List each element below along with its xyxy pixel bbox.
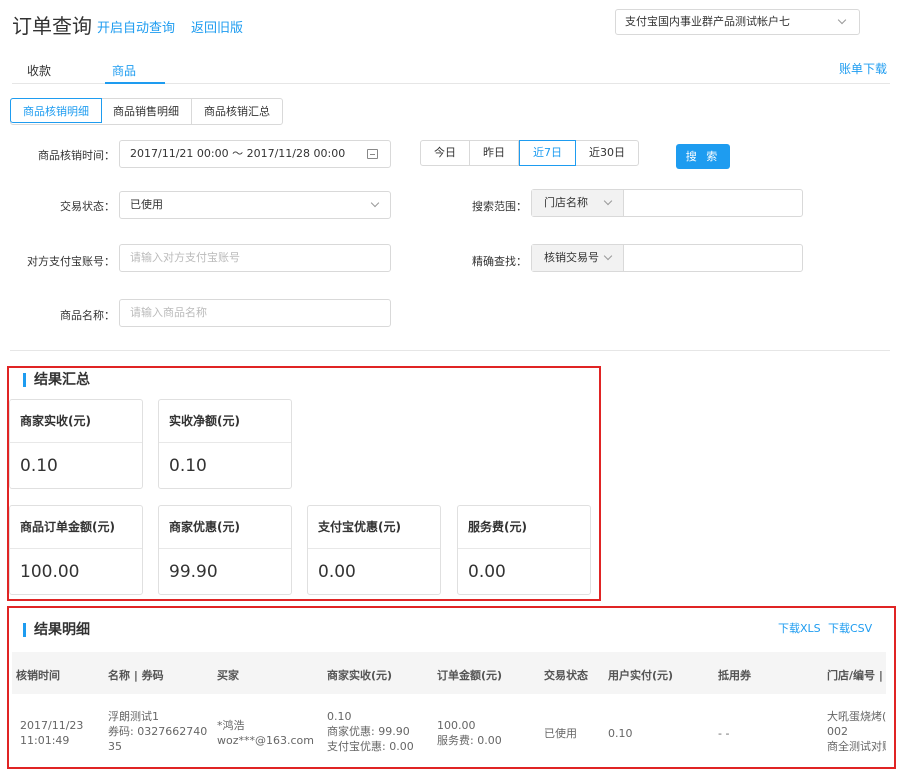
back-old-version-link[interactable]: 返回旧版 [191,17,243,36]
range-search-input[interactable]: 门店名称 [531,189,803,217]
summary-card-net-income: 实收净额(元) 0.10 [158,399,292,489]
account-select-value: 支付宝国内事业群产品测试帐户七 [625,15,790,28]
range-label: 搜索范围： [472,200,527,213]
column-header: 商家实收(元) [327,669,393,682]
column-header: 用户实付(元) [608,669,674,682]
status-label: 交易状态： [60,200,115,213]
chevron-down-icon [603,196,613,206]
product-label: 商品名称： [60,309,115,322]
quick-30days-button[interactable]: 近30日 [576,141,638,165]
card-value: 100.00 [20,562,80,582]
row-store-name: 大吼蛋烧烤(试 [827,710,886,723]
card-label: 商品订单金额(元) [10,506,142,549]
card-label: 商家实收(元) [10,400,142,443]
card-value: 0.00 [468,562,506,582]
card-label: 服务费(元) [458,506,590,549]
card-label: 支付宝优惠(元) [308,506,440,549]
card-value: 0.00 [318,562,356,582]
chevron-down-icon [370,198,380,208]
date-range-input[interactable]: 2017/11/21 00:00 ～ 2017/11/28 00:00 [119,140,391,168]
subtab-sales-detail[interactable]: 商品销售明细 [101,99,192,124]
quick-yesterday-button[interactable]: 昨日 [470,141,519,165]
exact-search-input[interactable]: 核销交易号 [531,244,803,272]
page-title: 订单查询 [12,14,92,38]
card-label: 实收净额(元) [159,400,291,443]
card-value: 0.10 [20,456,58,476]
card-label: 商家优惠(元) [159,506,291,549]
main-tabs: 收款 商品 [12,50,890,84]
quick-today-button[interactable]: 今日 [421,141,470,165]
column-header: 订单金额(元) [437,669,503,682]
column-header: 门店/编号 | [827,669,883,682]
summary-card-merchant-discount: 商家优惠(元) 99.90 [158,505,292,595]
summary-card-alipay-discount: 支付宝优惠(元) 0.00 [307,505,441,595]
summary-card-service-fee: 服务费(元) 0.00 [457,505,591,595]
row-merchant-discount: 商家优惠: 99.90 [327,725,410,738]
row-product-name: 浮朗测试1 [108,710,159,723]
status-select[interactable]: 已使用 [119,191,391,219]
auto-query-link[interactable]: 开启自动查询 [97,17,175,36]
row-coupon-code-tail: 35 [108,740,122,753]
status-select-value: 已使用 [130,198,163,211]
calendar-icon [367,149,378,159]
product-input[interactable]: 请输入商品名称 [119,299,391,327]
row-time-date: 2017/11/23 [20,719,84,732]
row-store-code: 002 [827,725,848,738]
quick-date-group: 今日 昨日 近7日 近30日 [420,140,639,166]
row-alipay-discount: 支付宝优惠: 0.00 [327,740,414,753]
row-service-fee: 服务费: 0.00 [437,734,502,747]
column-header: 核销时间 [16,669,60,682]
row-store-note: 商全测试对账 [827,740,886,753]
column-header: 名称 | 券码 [108,669,164,682]
chevron-down-icon [603,251,613,261]
tab-receipts[interactable]: 收款 [27,62,51,79]
summary-title: 结果汇总 [23,373,90,387]
card-value: 0.10 [169,456,207,476]
subtab-verification-summary[interactable]: 商品核销汇总 [192,99,282,124]
row-time-clock: 11:01:49 [20,734,70,747]
tab-products[interactable]: 商品 [112,62,136,79]
row-order-amount: 100.00 [437,719,476,732]
card-value: 99.90 [169,562,218,582]
table-header: 核销时间 名称 | 券码 买家 商家实收(元) 订单金额(元) 交易状态 用户实… [12,652,886,694]
subtab-verification-detail[interactable]: 商品核销明细 [10,98,102,123]
search-button[interactable]: 搜 索 [676,144,730,169]
row-coupon-code: 券码: 0327662740 [108,725,208,738]
column-header: 交易状态 [544,669,588,682]
row-status: 已使用 [544,727,577,740]
subtab-group: 商品核销明细 商品销售明细 商品核销汇总 [10,98,283,125]
range-select-value: 门店名称 [544,196,588,209]
row-coupon: - - [718,727,730,740]
range-select[interactable]: 门店名称 [532,190,624,216]
row-buyer-name: *鸿浩 [217,719,245,732]
summary-card-order-amount: 商品订单金额(元) 100.00 [9,505,143,595]
time-label: 商品核销时间： [38,149,115,162]
bill-download-link[interactable]: 账单下载 [839,60,887,77]
column-header: 买家 [217,669,239,682]
download-xls-link[interactable]: 下载XLS [778,620,821,636]
quick-7days-button[interactable]: 近7日 [519,140,576,166]
download-csv-link[interactable]: 下载CSV [828,620,872,636]
account-select[interactable]: 支付宝国内事业群产品测试帐户七 [615,9,860,35]
row-merchant-income: 0.10 [327,710,352,723]
detail-title: 结果明细 [23,623,90,637]
account-input[interactable]: 请输入对方支付宝账号 [119,244,391,272]
column-header: 抵用券 [718,669,751,682]
exact-select[interactable]: 核销交易号 [532,245,624,271]
date-range-value: 2017/11/21 00:00 ～ 2017/11/28 00:00 [130,147,346,160]
account-label: 对方支付宝账号： [27,255,115,268]
active-tab-indicator [105,82,165,84]
section-divider [10,350,890,351]
table-row: 2017/11/23 11:01:49 浮朗测试1 券码: 0327662740… [12,694,886,766]
summary-card-merchant-income: 商家实收(元) 0.10 [9,399,143,489]
exact-label: 精确查找： [472,255,527,268]
exact-select-value: 核销交易号 [544,251,599,264]
row-buyer-email: woz***@163.com [217,734,314,747]
row-user-paid: 0.10 [608,727,633,740]
chevron-down-icon [837,15,847,25]
